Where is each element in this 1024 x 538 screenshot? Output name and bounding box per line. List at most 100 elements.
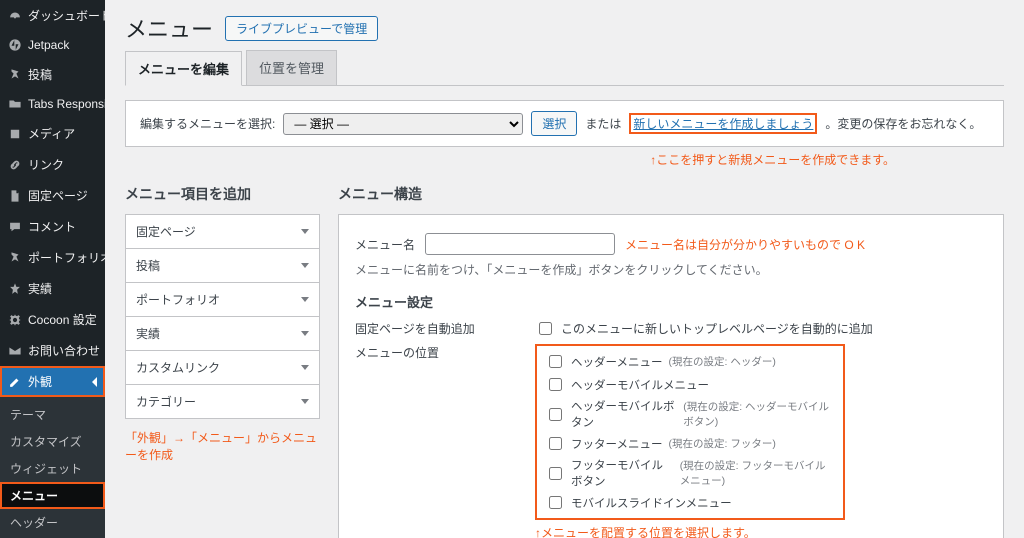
appearance-hint: 「外観」→「メニュー」からメニューを作成 bbox=[125, 429, 320, 463]
accordion-label: 実績 bbox=[136, 325, 160, 342]
pin-icon bbox=[8, 68, 22, 82]
accordion-label: 投稿 bbox=[136, 257, 160, 274]
sidebar-item-media[interactable]: メディア bbox=[0, 118, 105, 149]
location-option: ヘッダーモバイルボタン(現在の設定: ヘッダーモバイルボタン) bbox=[545, 396, 835, 432]
menu-location-label: メニューの位置 bbox=[355, 344, 525, 361]
accordion-item[interactable]: 固定ページ bbox=[126, 215, 319, 249]
menu-name-input[interactable] bbox=[425, 233, 615, 255]
sidebar-item-folder[interactable]: Tabs Responsive bbox=[0, 90, 105, 118]
structure-heading: メニュー構造 bbox=[338, 184, 1004, 204]
select-button[interactable]: 選択 bbox=[531, 111, 577, 136]
main-content: メニュー ライブプレビューで管理 メニューを編集 位置を管理 編集するメニューを… bbox=[105, 0, 1024, 538]
sidebar-label: ダッシュボード bbox=[28, 7, 105, 24]
accordion-item[interactable]: カテゴリー bbox=[126, 385, 319, 418]
menu-settings-heading: メニュー設定 bbox=[355, 292, 987, 311]
location-label: モバイルスライドインメニュー bbox=[571, 495, 732, 511]
location-checkbox[interactable] bbox=[549, 378, 562, 391]
tabs: メニューを編集 位置を管理 bbox=[125, 50, 1004, 86]
sidebar-label: 外観 bbox=[28, 373, 52, 390]
location-option: ヘッダーメニュー(現在の設定: ヘッダー) bbox=[545, 350, 835, 373]
live-preview-button[interactable]: ライブプレビューで管理 bbox=[225, 16, 378, 41]
admin-sidebar: ダッシュボード Jetpack 投稿 Tabs Responsive メディアリンク固定… bbox=[0, 0, 105, 538]
location-note: (現在の設定: ヘッダーモバイルボタン) bbox=[683, 399, 835, 429]
add-items-heading: メニュー項目を追加 bbox=[125, 184, 320, 204]
location-option: フッターメニュー(現在の設定: フッター) bbox=[545, 432, 835, 455]
submenu-item[interactable]: テーマ bbox=[0, 401, 105, 428]
sidebar-item-dashboard[interactable]: ダッシュボード bbox=[0, 0, 105, 31]
auto-add-checkbox[interactable] bbox=[539, 322, 552, 335]
sidebar-item-mail[interactable]: お問い合わせ bbox=[0, 335, 105, 366]
sidebar-label: Tabs Responsive bbox=[28, 97, 105, 111]
sidebar-item-appearance[interactable]: 外観 bbox=[0, 366, 105, 397]
or-text: または bbox=[585, 115, 621, 132]
page-icon bbox=[8, 189, 22, 203]
appearance-icon bbox=[8, 375, 22, 389]
sidebar-label: リンク bbox=[28, 156, 64, 173]
star-icon bbox=[8, 282, 22, 296]
sidebar-item-jetpack[interactable]: Jetpack bbox=[0, 31, 105, 59]
chevron-down-icon bbox=[301, 331, 309, 336]
location-checkbox[interactable] bbox=[549, 408, 562, 421]
accordion: 固定ページ投稿ポートフォリオ実績カスタムリンクカテゴリー bbox=[125, 214, 320, 419]
sidebar-label: メディア bbox=[28, 125, 75, 142]
submenu-item[interactable]: メニュー bbox=[0, 482, 105, 509]
chevron-down-icon bbox=[301, 365, 309, 370]
sidebar-label: 実績 bbox=[28, 280, 52, 297]
sidebar-label: お問い合わせ bbox=[28, 342, 100, 359]
location-option: モバイルスライドインメニュー bbox=[545, 491, 835, 514]
location-group: ヘッダーメニュー(現在の設定: ヘッダー) ヘッダーモバイルメニューヘッダーモバイ… bbox=[535, 344, 845, 520]
accordion-item[interactable]: カスタムリンク bbox=[126, 351, 319, 385]
location-option: フッターモバイルボタン(現在の設定: フッターモバイルメニュー) bbox=[545, 455, 835, 491]
select-label: 編集するメニューを選択: bbox=[140, 115, 275, 132]
location-checkbox[interactable] bbox=[549, 467, 562, 480]
sidebar-item-comment[interactable]: コメント bbox=[0, 211, 105, 242]
sidebar-item-gear[interactable]: Cocoon 設定 bbox=[0, 304, 105, 335]
chevron-down-icon bbox=[301, 229, 309, 234]
sidebar-label: 投稿 bbox=[28, 66, 52, 83]
sidebar-item-page[interactable]: 固定ページ bbox=[0, 180, 105, 211]
tab-manage-locations[interactable]: 位置を管理 bbox=[246, 50, 337, 85]
submenu-item[interactable]: ヘッダー bbox=[0, 509, 105, 536]
menu-name-label: メニュー名 bbox=[355, 236, 415, 253]
structure-desc: メニューに名前をつけ、「メニューを作成」ボタンをクリックしてください。 bbox=[355, 261, 987, 278]
pin-icon bbox=[8, 251, 22, 265]
structure-panel: メニュー名 メニュー名は自分が分かりやすいもので O K メニューに名前をつけ、… bbox=[338, 214, 1004, 538]
create-menu-hint: ↑ここを押すと新規メニューを作成できます。 bbox=[125, 151, 895, 168]
chevron-down-icon bbox=[301, 297, 309, 302]
location-checkbox[interactable] bbox=[549, 496, 562, 509]
sidebar-label: 固定ページ bbox=[28, 187, 88, 204]
page-title: メニュー bbox=[125, 12, 213, 44]
sidebar-item-link[interactable]: リンク bbox=[0, 149, 105, 180]
folder-icon bbox=[8, 97, 22, 111]
sidebar-item-pin[interactable]: ポートフォリオ bbox=[0, 242, 105, 273]
sidebar-label: Jetpack bbox=[28, 38, 69, 52]
accordion-item[interactable]: ポートフォリオ bbox=[126, 283, 319, 317]
media-icon bbox=[8, 127, 22, 141]
sidebar-item-pin[interactable]: 投稿 bbox=[0, 59, 105, 90]
location-label: ヘッダーモバイルメニュー bbox=[571, 377, 709, 393]
menu-name-hint: メニュー名は自分が分かりやすいもので O K bbox=[625, 236, 865, 253]
selector-suffix: 。変更の保存をお忘れなく。 bbox=[825, 115, 981, 132]
submenu-item[interactable]: ウィジェット bbox=[0, 455, 105, 482]
accordion-item[interactable]: 実績 bbox=[126, 317, 319, 351]
location-option: ヘッダーモバイルメニュー bbox=[545, 373, 835, 396]
menu-select[interactable]: — 選択 — bbox=[283, 113, 523, 135]
sidebar-item-star[interactable]: 実績 bbox=[0, 273, 105, 304]
create-new-menu-link[interactable]: 新しいメニューを作成しましょう bbox=[629, 113, 817, 134]
sidebar-label: ポートフォリオ bbox=[28, 249, 105, 266]
sidebar-label: Cocoon 設定 bbox=[28, 311, 97, 328]
location-label: ヘッダーメニュー bbox=[571, 354, 663, 370]
location-note: (現在の設定: フッターモバイルメニュー) bbox=[680, 458, 835, 488]
submenu-item[interactable]: カスタマイズ bbox=[0, 428, 105, 455]
tab-edit-menus[interactable]: メニューを編集 bbox=[125, 51, 242, 86]
dashboard-icon bbox=[8, 9, 22, 23]
gear-icon bbox=[8, 313, 22, 327]
location-checkbox[interactable] bbox=[549, 355, 562, 368]
chevron-down-icon bbox=[301, 263, 309, 268]
menu-selector-row: 編集するメニューを選択: — 選択 — 選択 または 新しいメニューを作成しまし… bbox=[125, 100, 1004, 147]
location-label: フッターメニュー bbox=[571, 436, 663, 452]
location-checkbox[interactable] bbox=[549, 437, 562, 450]
location-hint: ↑メニューを配置する位置を選択します。 bbox=[535, 524, 845, 538]
accordion-item[interactable]: 投稿 bbox=[126, 249, 319, 283]
mail-icon bbox=[8, 344, 22, 358]
